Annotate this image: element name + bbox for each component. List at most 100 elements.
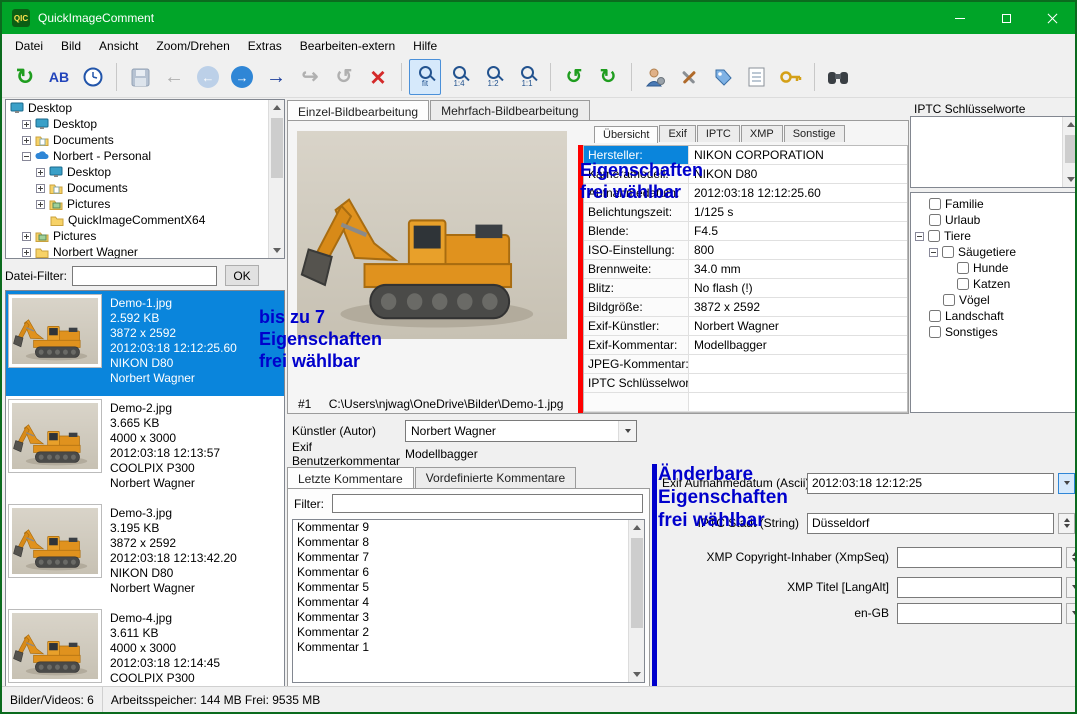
keyword-item-voegel[interactable]: Vögel: [915, 292, 1075, 308]
comment-item[interactable]: Kommentar 1: [293, 640, 644, 655]
menu-ansicht[interactable]: Ansicht: [90, 35, 147, 57]
folder-tree-item-desktop[interactable]: Desktop: [6, 116, 284, 132]
city-spinner[interactable]: [1058, 512, 1075, 534]
menu-extras[interactable]: Extras: [239, 35, 291, 57]
keyword-item-familie[interactable]: Familie: [915, 196, 1075, 212]
rename-button[interactable]: AB: [43, 59, 75, 95]
rotate-right-button[interactable]: ↻: [592, 59, 624, 95]
keyword-checkbox[interactable]: [929, 310, 941, 322]
folder-tree-item-quickimagecommentx64[interactable]: QuickImageCommentX64: [6, 212, 284, 228]
menu-hilfe[interactable]: Hilfe: [404, 35, 446, 57]
folder-tree-item-norbert-personal[interactable]: Norbert - Personal: [6, 148, 284, 164]
menu-zoom-drehen[interactable]: Zoom/Drehen: [147, 35, 238, 57]
property-row[interactable]: JPEG-Kommentar:: [584, 355, 907, 374]
keyword-checkbox[interactable]: [957, 278, 969, 290]
collapse-icon[interactable]: [915, 231, 924, 241]
property-row[interactable]: Exif-Kommentar: Modellbagger: [584, 336, 907, 355]
refresh-button[interactable]: ↻: [9, 59, 41, 95]
property-row[interactable]: Exif-Künstler: Norbert Wagner: [584, 317, 907, 336]
property-row[interactable]: ISO-Einstellung: 800: [584, 241, 907, 260]
clock-button[interactable]: [77, 59, 109, 95]
keyword-item-tiere[interactable]: Tiere: [915, 228, 1075, 244]
menu-datei[interactable]: Datei: [6, 35, 52, 57]
keyword-item-landschaft[interactable]: Landschaft: [915, 308, 1075, 324]
image-preview[interactable]: [291, 127, 573, 387]
zoom-1-4-button[interactable]: 1:4: [443, 59, 475, 95]
keyword-checkbox[interactable]: [943, 294, 955, 306]
copyright-spinner[interactable]: [1066, 546, 1075, 568]
collapse-icon[interactable]: [22, 151, 31, 161]
scrollbar-thumb[interactable]: [1065, 135, 1075, 163]
folder-tree-item-personal-documents[interactable]: Documents: [6, 180, 284, 196]
filter-ok-button[interactable]: OK: [225, 265, 260, 286]
maximize-button[interactable]: [983, 2, 1029, 34]
tab-einzel-bildbearbeitung[interactable]: Einzel-Bildbearbeitung: [287, 100, 430, 122]
xmp-title-input[interactable]: [897, 576, 1062, 598]
title-dropdown-button[interactable]: [1066, 576, 1075, 598]
zoom-fit-button[interactable]: fit: [409, 59, 441, 95]
key-button[interactable]: [775, 59, 807, 95]
tab-letzte-kommentare[interactable]: Letzte Kommentare: [287, 467, 414, 489]
file-filter-input[interactable]: [72, 265, 218, 286]
folder-tree-item-personal-desktop[interactable]: Desktop: [6, 164, 284, 180]
delete-button[interactable]: ×: [362, 59, 394, 95]
settings-tools-button[interactable]: [673, 59, 705, 95]
expand-icon[interactable]: [36, 183, 45, 193]
tab-iptc[interactable]: IPTC: [696, 125, 740, 142]
comment-item[interactable]: Kommentar 7: [293, 550, 644, 565]
comment-item[interactable]: Kommentar 2: [293, 625, 644, 640]
keyword-checkbox[interactable]: [929, 198, 941, 210]
property-row[interactable]: Aufnahmedatum: 2012:03:18 12:12:25.60: [584, 184, 907, 203]
tab-uebersicht[interactable]: Übersicht: [594, 126, 659, 143]
iptc-city-input[interactable]: [807, 512, 1054, 534]
folder-tree-item-personal-pictures[interactable]: Pictures: [6, 196, 284, 212]
keyword-item-urlaub[interactable]: Urlaub: [915, 212, 1075, 228]
expand-icon[interactable]: [22, 247, 31, 257]
menu-bild[interactable]: Bild: [52, 35, 90, 57]
keyword-item-saeugetiere[interactable]: Säugetiere: [915, 244, 1075, 260]
file-item-demo-1[interactable]: Demo-1.jpg 2.592 KB 3872 x 2592 2012:03:…: [6, 291, 284, 396]
property-row[interactable]: Blende: F4.5: [584, 222, 907, 241]
usercomment-value[interactable]: Modellbagger: [405, 447, 478, 461]
file-item-demo-4[interactable]: Demo-4.jpg 3.611 KB 4000 x 3000 2012:03:…: [6, 606, 284, 686]
property-row[interactable]: IPTC Schlüsselworte:: [584, 374, 907, 393]
comment-item[interactable]: Kommentar 8: [293, 535, 644, 550]
keyword-item-hunde[interactable]: Hunde: [915, 260, 1075, 276]
folder-tree-item-documents[interactable]: Documents: [6, 132, 284, 148]
scrollbar-thumb[interactable]: [271, 118, 283, 178]
keyword-item-katzen[interactable]: Katzen: [915, 276, 1075, 292]
undo-button[interactable]: ↺: [328, 59, 360, 95]
keyword-checkbox[interactable]: [957, 262, 969, 274]
comments-filter-input[interactable]: [332, 494, 643, 513]
back-button[interactable]: ←: [192, 59, 224, 95]
minimize-button[interactable]: [937, 2, 983, 34]
folder-tree-item-pictures[interactable]: Pictures: [6, 228, 284, 244]
keywords-scrollbar[interactable]: [1062, 117, 1075, 187]
date-dropdown-button[interactable]: [1058, 472, 1075, 494]
tab-mehrfach-bildbearbeitung[interactable]: Mehrfach-Bildbearbeitung: [430, 100, 590, 121]
expand-icon[interactable]: [22, 119, 31, 129]
folder-tree-scrollbar[interactable]: [268, 100, 284, 258]
close-button[interactable]: [1029, 2, 1075, 34]
lang-dropdown-button[interactable]: [1066, 602, 1075, 624]
search-button[interactable]: [822, 59, 854, 95]
user-settings-button[interactable]: [639, 59, 671, 95]
keyword-item-sonstiges[interactable]: Sonstiges: [915, 324, 1075, 340]
next-image-button[interactable]: →: [260, 59, 292, 95]
tab-exif[interactable]: Exif: [659, 125, 696, 142]
tab-sonstige[interactable]: Sonstige: [783, 125, 845, 142]
previous-image-button[interactable]: ←: [158, 59, 190, 95]
comments-scrollbar[interactable]: [628, 520, 644, 682]
menu-bearbeiten-extern[interactable]: Bearbeiten-extern: [291, 35, 404, 57]
combo-arrow-zone[interactable]: [618, 421, 636, 441]
property-row[interactable]: Bildgröße: 3872 x 2592: [584, 298, 907, 317]
expand-icon[interactable]: [36, 167, 45, 177]
tab-vordefinierte-kommentare[interactable]: Vordefinierte Kommentare: [414, 467, 577, 488]
comment-item[interactable]: Kommentar 9: [293, 520, 644, 535]
property-row[interactable]: Blitz: No flash (!): [584, 279, 907, 298]
folder-tree-item-desktop-root[interactable]: Desktop: [6, 100, 284, 116]
expand-icon[interactable]: [36, 199, 45, 209]
zoom-1-1-button[interactable]: 1:1: [511, 59, 543, 95]
keyword-checkbox[interactable]: [928, 230, 940, 242]
keywords-listbox[interactable]: [910, 116, 1075, 188]
